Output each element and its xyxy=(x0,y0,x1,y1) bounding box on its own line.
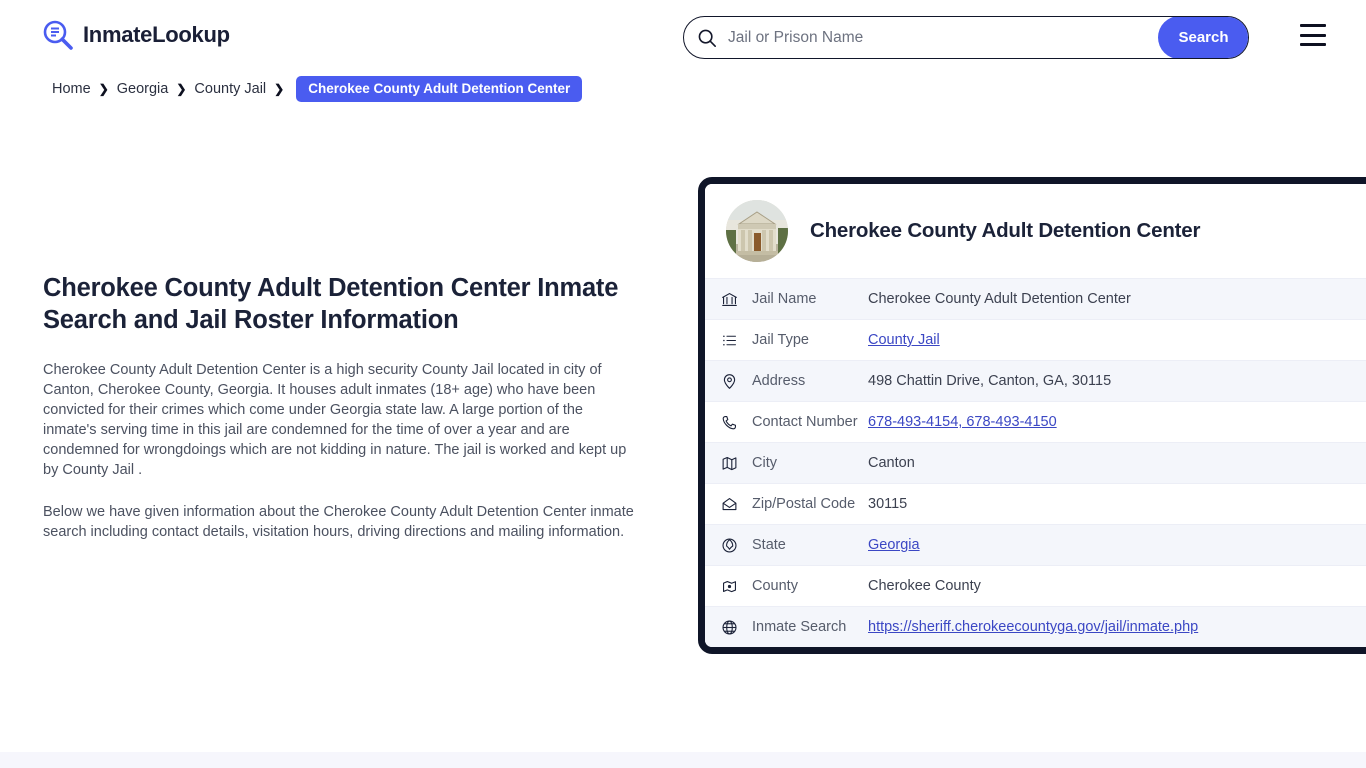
row-label: State xyxy=(752,537,786,553)
menu-bar-2 xyxy=(1300,33,1326,37)
row-value: Georgia xyxy=(868,537,1366,553)
phone-icon xyxy=(716,414,742,431)
list-icon xyxy=(716,332,742,349)
hamburger-menu-icon[interactable] xyxy=(1300,24,1326,46)
table-row: Contact Number 678-493-4154, 678-493-415… xyxy=(705,401,1366,442)
page-root: InmateLookup Search Home ❯ Georgia ❯ Cou… xyxy=(0,0,1366,768)
inmate-search-link[interactable]: https://sheriff.cherokeecountyga.gov/jai… xyxy=(868,619,1198,635)
chevron-right-icon: ❯ xyxy=(98,82,109,96)
row-label: Contact Number xyxy=(752,414,858,430)
card-header: Cherokee County Adult Detention Center xyxy=(705,184,1366,278)
row-label: Inmate Search xyxy=(752,619,847,635)
globe-icon xyxy=(716,619,742,636)
breadcrumb-current-page: Cherokee County Adult Detention Center xyxy=(296,76,583,102)
courthouse-building-photo xyxy=(726,200,788,262)
row-value: Canton xyxy=(868,455,915,471)
magnifier-list-logo-icon xyxy=(42,19,74,51)
chevron-right-icon: ❯ xyxy=(176,82,187,96)
row-label: County xyxy=(752,578,798,594)
row-value: Cherokee County xyxy=(868,578,981,594)
row-value: Cherokee County Adult Detention Center xyxy=(868,291,1131,307)
brand-name: InmateLookup xyxy=(83,22,230,47)
table-row: City Canton xyxy=(705,442,1366,483)
jail-type-link[interactable]: County Jail xyxy=(868,332,940,348)
table-row: Zip/Postal Code 30115 xyxy=(705,483,1366,524)
map-pin-icon xyxy=(716,373,742,390)
row-label: Address xyxy=(752,373,806,389)
table-row: Inmate Search https://sheriff.cherokeeco… xyxy=(705,606,1366,647)
search-bar[interactable]: Search xyxy=(683,16,1249,59)
breadcrumb-item-home[interactable]: Home xyxy=(52,81,91,97)
row-value: 498 Chattin Drive, Canton, GA, 30115 xyxy=(868,373,1112,389)
state-link[interactable]: Georgia xyxy=(868,537,920,553)
row-value: County Jail xyxy=(868,332,1366,348)
row-label: Jail Name xyxy=(752,291,817,307)
contact-number-link[interactable]: 678-493-4154, 678-493-4150 xyxy=(868,414,1057,430)
table-row: State Georgia xyxy=(705,524,1366,565)
bank-building-icon xyxy=(716,291,742,308)
search-input[interactable] xyxy=(722,17,1158,58)
site-header: InmateLookup Search xyxy=(0,0,1366,72)
row-value: 30115 xyxy=(868,496,908,512)
table-row: Jail Type County Jail xyxy=(705,319,1366,360)
main-content-column: Cherokee County Adult Detention Center I… xyxy=(43,272,635,542)
row-label: Zip/Postal Code xyxy=(752,496,856,512)
search-icon xyxy=(684,17,722,58)
facility-detail-table: Jail Name Cherokee County Adult Detentio… xyxy=(705,278,1366,647)
description-paragraph-1: Cherokee County Adult Detention Center i… xyxy=(43,362,627,478)
table-row: Address 498 Chattin Drive, Canton, GA, 3… xyxy=(705,360,1366,401)
breadcrumb-item-georgia[interactable]: Georgia xyxy=(117,81,169,97)
brand-logo-link[interactable]: InmateLookup xyxy=(42,19,230,51)
table-row: County Cherokee County xyxy=(705,565,1366,606)
row-label: City xyxy=(752,455,777,471)
map-icon xyxy=(716,455,742,472)
envelope-icon xyxy=(716,496,742,513)
menu-bar-1 xyxy=(1300,24,1326,27)
facility-info-card: Cherokee County Adult Detention Center J… xyxy=(698,177,1366,654)
breadcrumb: Home ❯ Georgia ❯ County Jail ❯ Cherokee … xyxy=(52,76,583,102)
row-label: Jail Type xyxy=(752,332,809,348)
row-value: 678-493-4154, 678-493-4150 xyxy=(868,414,1366,430)
county-map-icon xyxy=(716,578,742,595)
row-value: https://sheriff.cherokeecountyga.gov/jai… xyxy=(868,619,1366,635)
breadcrumb-item-county-jail[interactable]: County Jail xyxy=(194,81,266,97)
card-title: Cherokee County Adult Detention Center xyxy=(810,219,1201,242)
page-bottom-band xyxy=(0,752,1366,768)
page-title: Cherokee County Adult Detention Center I… xyxy=(43,274,619,334)
search-button[interactable]: Search xyxy=(1158,17,1248,58)
chevron-right-icon: ❯ xyxy=(274,82,285,96)
description-paragraph-2: Below we have given information about th… xyxy=(43,504,634,540)
table-row: Jail Name Cherokee County Adult Detentio… xyxy=(705,278,1366,319)
state-globe-icon xyxy=(716,537,742,554)
menu-bar-3 xyxy=(1300,43,1326,46)
